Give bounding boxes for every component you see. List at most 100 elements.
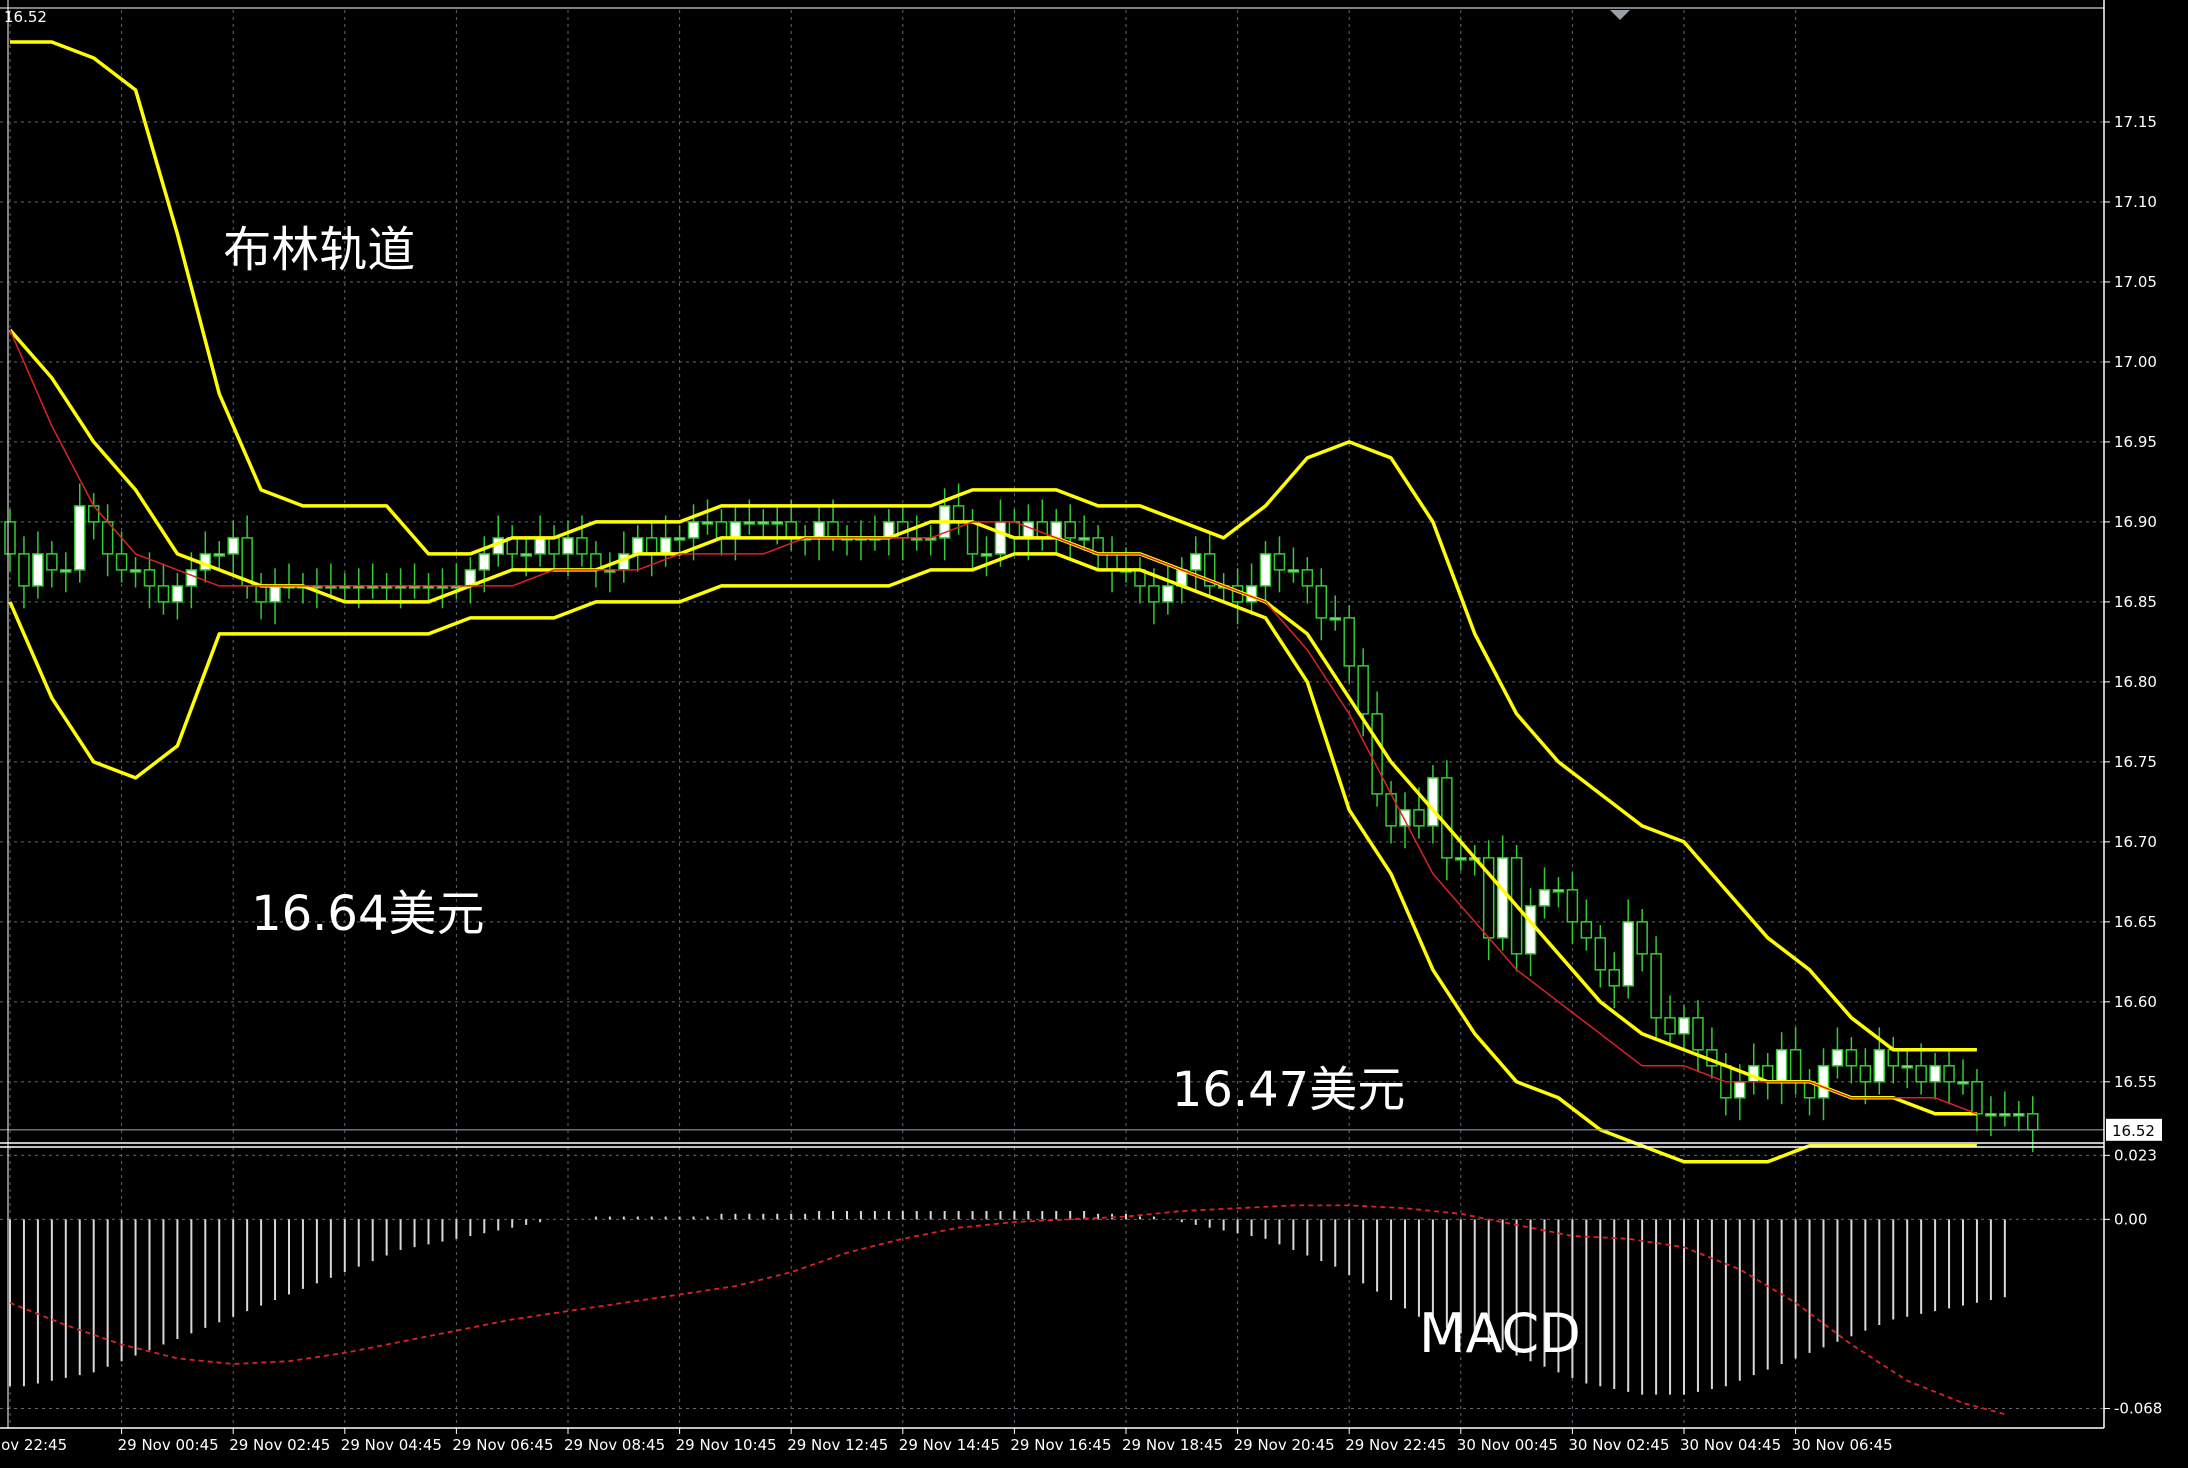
- candle-body: [4, 521, 16, 555]
- candle-body: [129, 569, 142, 573]
- time-axis-label: 29 Nov 02:45: [229, 1436, 330, 1454]
- candle-body: [952, 505, 965, 523]
- candle-body: [1036, 521, 1049, 539]
- candle-body: [813, 521, 825, 539]
- macd-y-tick-label: 0.00: [2114, 1210, 2147, 1228]
- price-y-tick-label: 17.15: [2114, 113, 2157, 131]
- candle-body: [1385, 793, 1397, 827]
- candle-body: [1343, 617, 1355, 667]
- candle-body: [1692, 1017, 1704, 1051]
- candle-body: [1999, 1113, 2011, 1117]
- candle-body: [1106, 553, 1118, 571]
- price-y-tick-label: 16.75: [2114, 753, 2157, 771]
- macd-y-tick-label: -0.068: [2114, 1400, 2162, 1418]
- candle-body: [1929, 1065, 1941, 1083]
- candle-body: [1678, 1017, 1690, 1035]
- candle-body: [1664, 1017, 1676, 1035]
- candle-body: [576, 537, 588, 555]
- candle-body: [478, 553, 491, 571]
- candle-body: [87, 505, 100, 523]
- price-y-tick-label: 17.05: [2114, 273, 2157, 291]
- candle-body: [1817, 1065, 1830, 1099]
- candle-body: [1580, 921, 1593, 939]
- candle-body: [115, 553, 128, 571]
- candle-body: [1441, 777, 1453, 859]
- candle-body: [1162, 585, 1174, 603]
- candle-body: [632, 537, 644, 555]
- time-axis-label: 29 Nov 00:45: [118, 1436, 219, 1454]
- candle-body: [687, 521, 700, 539]
- chart-background: [0, 0, 2188, 1468]
- time-axis-label: 29 Nov 14:45: [899, 1436, 1000, 1454]
- candle-body: [1566, 889, 1579, 923]
- candle-body: [1524, 905, 1537, 955]
- candle-body: [673, 537, 686, 541]
- time-axis-label: 28 Nov 22:45: [0, 1436, 67, 1454]
- candle-body: [2013, 1113, 2025, 1117]
- candle-body: [1845, 1049, 1858, 1067]
- candle-body: [1622, 921, 1634, 987]
- candle-body: [1329, 617, 1341, 621]
- price-y-tick-label: 16.90: [2114, 513, 2157, 531]
- candle-body: [715, 521, 728, 539]
- time-axis-label: 29 Nov 16:45: [1010, 1436, 1111, 1454]
- candle-body: [1971, 1081, 1983, 1115]
- time-axis-label: 29 Nov 04:45: [341, 1436, 442, 1454]
- candle-body: [143, 569, 156, 587]
- time-axis-label: 29 Nov 06:45: [452, 1436, 553, 1454]
- candle-body: [771, 521, 783, 525]
- bollinger-annotation: 布林轨道: [223, 222, 415, 278]
- candle-body: [1022, 521, 1035, 539]
- candle-body: [213, 553, 225, 557]
- candle-body: [1985, 1113, 1997, 1117]
- candle-body: [1413, 809, 1425, 827]
- candle-body: [269, 585, 281, 603]
- candle-body: [1399, 809, 1411, 827]
- candle-body: [1887, 1049, 1899, 1067]
- candle-body: [520, 553, 532, 557]
- candle-body: [1915, 1065, 1927, 1083]
- price-y-tick-label: 17.10: [2114, 193, 2157, 211]
- candle-body: [1831, 1049, 1844, 1067]
- candle-body: [534, 537, 546, 555]
- macd-annotation: MACD: [1419, 1302, 1581, 1365]
- candle-body: [60, 569, 72, 573]
- time-axis-label: 30 Nov 04:45: [1680, 1436, 1781, 1454]
- candle-body: [227, 537, 239, 555]
- time-axis-label: 29 Nov 18:45: [1122, 1436, 1223, 1454]
- price-y-tick-label: 16.70: [2114, 833, 2157, 851]
- candle-body: [255, 585, 267, 603]
- candle-body: [562, 537, 574, 555]
- price-y-tick-label: 16.65: [2114, 913, 2157, 931]
- candle-body: [1259, 553, 1272, 587]
- upper-price-annotation: 16.64美元: [251, 886, 484, 942]
- price-y-tick-label: 16.80: [2114, 673, 2157, 691]
- candle-body: [1371, 713, 1383, 795]
- candle-body: [74, 505, 86, 571]
- candle-body: [1775, 1049, 1788, 1083]
- candle-body: [1957, 1081, 1969, 1085]
- candle-body: [548, 537, 560, 555]
- candle-body: [1064, 521, 1076, 539]
- candle-body: [2027, 1113, 2039, 1131]
- candle-body: [185, 569, 198, 587]
- candle-body: [1859, 1065, 1872, 1083]
- candle-body: [1608, 969, 1620, 987]
- candle-body: [966, 521, 979, 555]
- candle-body: [729, 521, 742, 539]
- time-axis-label: 30 Nov 00:45: [1457, 1436, 1558, 1454]
- lower-price-annotation: 16.47美元: [1172, 1062, 1405, 1118]
- price-y-tick-label: 16.55: [2114, 1073, 2157, 1091]
- price-y-tick-label: 16.95: [2114, 433, 2157, 451]
- candle-body: [1552, 889, 1565, 893]
- candle-body: [1455, 857, 1467, 861]
- candle-body: [1148, 585, 1160, 603]
- candle-body: [1789, 1049, 1802, 1083]
- macd-y-tick-label: 0.023: [2114, 1146, 2157, 1164]
- candle-body: [1650, 953, 1662, 1019]
- candle-body: [827, 521, 839, 539]
- time-axis-label: 30 Nov 02:45: [1568, 1436, 1669, 1454]
- candle-body: [32, 553, 44, 587]
- time-axis-label: 29 Nov 22:45: [1345, 1436, 1446, 1454]
- candle-body: [171, 585, 184, 603]
